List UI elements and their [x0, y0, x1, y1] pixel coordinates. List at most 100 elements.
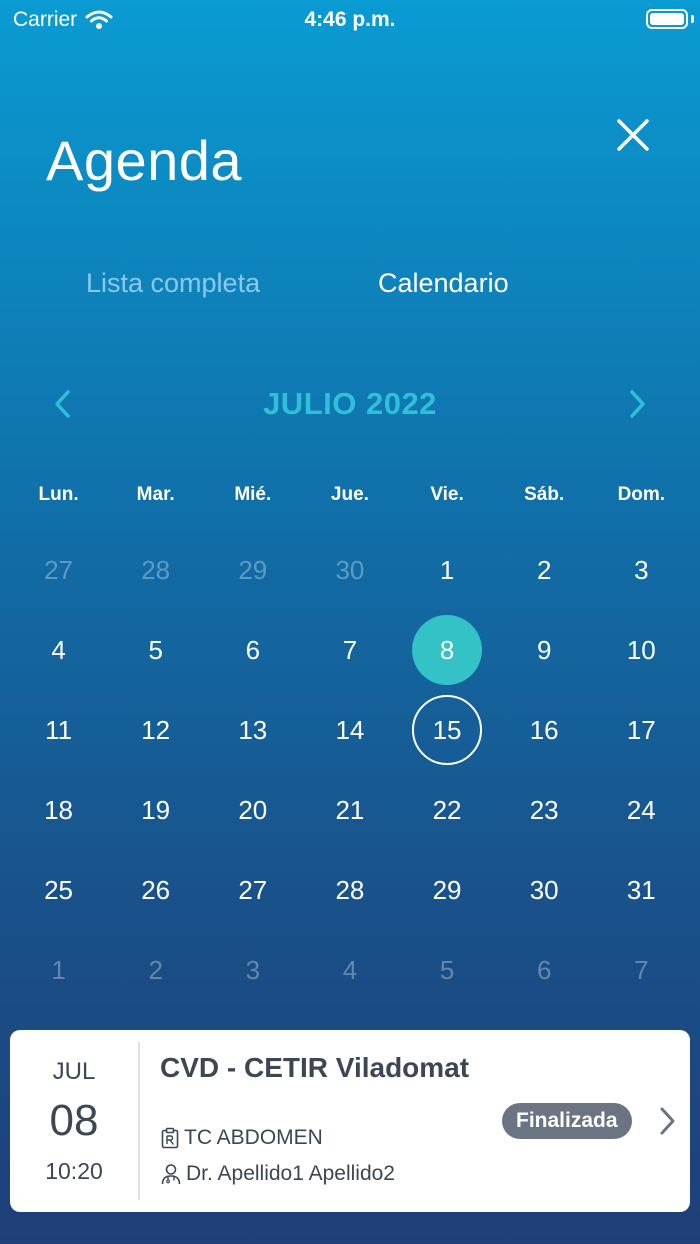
- calendar-day[interactable]: 25: [10, 850, 107, 930]
- weekday-label: Sáb.: [524, 484, 565, 505]
- study-label: TC ABDOMEN: [184, 1126, 323, 1149]
- calendar-day-number: 7: [342, 634, 358, 665]
- calendar-day-number: 18: [44, 794, 74, 825]
- calendar-week: 27 28 29 30 1 2 3: [10, 530, 690, 610]
- calendar-day[interactable]: 29: [204, 530, 301, 610]
- calendar-day[interactable]: 17: [593, 690, 690, 770]
- calendar-day-selected[interactable]: 8: [399, 610, 496, 690]
- weekday-label: Mar.: [136, 484, 175, 505]
- calendar-day[interactable]: 21: [301, 770, 398, 850]
- calendar-day-number: 20: [238, 794, 268, 825]
- calendar-week: 4 5 6 7 8 9 10: [10, 610, 690, 690]
- calendar-day-number: 3: [245, 954, 261, 985]
- chevron-right-icon: [630, 390, 645, 418]
- calendar-day-number: 24: [626, 794, 656, 825]
- calendar-day[interactable]: 9: [496, 610, 593, 690]
- calendar-day[interactable]: 12: [107, 690, 204, 770]
- calendar-day[interactable]: 2: [107, 930, 204, 1010]
- calendar-day[interactable]: 24: [593, 770, 690, 850]
- calendar-day[interactable]: 27: [204, 850, 301, 930]
- calendar-day[interactable]: 30: [301, 530, 398, 610]
- calendar-day[interactable]: 7: [593, 930, 690, 1010]
- calendar-day-number: 16: [529, 714, 559, 745]
- calendar-day-number: 31: [626, 874, 656, 905]
- calendar-day[interactable]: 2: [496, 530, 593, 610]
- calendar-day[interactable]: 29: [399, 850, 496, 930]
- calendar-day-number: 7: [634, 954, 649, 985]
- next-month-button[interactable]: [620, 384, 654, 424]
- calendar-day-number: 2: [536, 554, 552, 585]
- calendar-day[interactable]: 6: [496, 930, 593, 1010]
- appointment-month: JUL: [52, 1058, 96, 1085]
- calendar-day-number: 8: [412, 615, 483, 685]
- calendar-day-number: 1: [439, 554, 455, 585]
- calendar-day[interactable]: 23: [496, 770, 593, 850]
- calendar-day[interactable]: 16: [496, 690, 593, 770]
- calendar-day[interactable]: 1: [399, 530, 496, 610]
- calendar-day[interactable]: 7: [301, 610, 398, 690]
- calendar-day-number: 30: [335, 554, 365, 585]
- calendar-day-number: 22: [432, 794, 462, 825]
- calendar-day[interactable]: 27: [10, 530, 107, 610]
- calendar-day[interactable]: 14: [301, 690, 398, 770]
- calendar-day[interactable]: 31: [593, 850, 690, 930]
- calendar-day[interactable]: 20: [204, 770, 301, 850]
- weekday-header: Lun. Mar. Mié. Jue. Vie. Sáb. Dom.: [10, 484, 690, 506]
- calendar-day-number: 27: [238, 874, 268, 905]
- calendar-day[interactable]: 3: [593, 530, 690, 610]
- calendar-day[interactable]: 28: [301, 850, 398, 930]
- calendar-day-number: 12: [141, 714, 171, 745]
- calendar-week: 1 2 3 4 5 6 7: [10, 930, 690, 1010]
- appointment-card[interactable]: JUL 08 10:20 CVD - CETIR Viladomat TC AB…: [10, 1030, 690, 1212]
- calendar-week: 25 26 27 28 29 30 31: [10, 850, 690, 930]
- appointment-date: JUL 08 10:20: [10, 1030, 138, 1212]
- calendar-day[interactable]: 30: [496, 850, 593, 930]
- status-bar: Carrier 4:46 p.m.: [0, 0, 700, 40]
- calendar-day[interactable]: 4: [10, 610, 107, 690]
- calendar-day-number: 6: [536, 954, 552, 985]
- battery-tip: [691, 15, 694, 23]
- calendar-week: 11 12 13 14 15 16 17: [10, 690, 690, 770]
- calendar-day-number: 14: [335, 714, 365, 745]
- calendar-day[interactable]: 5: [399, 930, 496, 1010]
- weekday-label: Vie.: [430, 484, 464, 505]
- close-icon: [617, 119, 649, 151]
- calendar-day[interactable]: 26: [107, 850, 204, 930]
- calendar-day[interactable]: 5: [107, 610, 204, 690]
- calendar-day[interactable]: 11: [10, 690, 107, 770]
- calendar-day-number: 5: [439, 954, 455, 985]
- calendar-day[interactable]: 22: [399, 770, 496, 850]
- calendar-day[interactable]: 18: [10, 770, 107, 850]
- calendar-day-number: 4: [51, 634, 66, 665]
- calendar-day[interactable]: 19: [107, 770, 204, 850]
- calendar-day-number: 28: [335, 874, 365, 905]
- calendar-day[interactable]: 3: [204, 930, 301, 1010]
- calendar-grid: 27 28 29 30 1 2 3 4 5 6 7 8 9 10 11 12 13 14 15 16 17 18 19 20 2…: [10, 530, 690, 1010]
- calendar-day[interactable]: 13: [204, 690, 301, 770]
- calendar-week: 18 19 20 21 22 23 24: [10, 770, 690, 850]
- calendar-day-number: 26: [141, 874, 171, 905]
- calendar-day[interactable]: 10: [593, 610, 690, 690]
- calendar-day[interactable]: 28: [107, 530, 204, 610]
- calendar-day-number: 28: [141, 554, 171, 585]
- calendar-day[interactable]: 1: [10, 930, 107, 1010]
- calendar-day-number: 21: [335, 794, 365, 825]
- tab-lista-completa[interactable]: Lista completa: [86, 268, 260, 299]
- tab-calendario[interactable]: Calendario: [378, 268, 509, 299]
- calendar-day[interactable]: 4: [301, 930, 398, 1010]
- calendar-day-number: 1: [51, 954, 66, 985]
- calendar-day[interactable]: 6: [204, 610, 301, 690]
- calendar-day-event[interactable]: 15: [399, 690, 496, 770]
- calendar-day-number: 11: [45, 714, 73, 745]
- close-button[interactable]: [610, 112, 656, 158]
- appointment-doctor: Dr. Apellido1 Apellido2: [160, 1162, 395, 1186]
- month-navigation: JULIO 2022: [0, 380, 700, 430]
- appointment-day: 08: [49, 1096, 99, 1145]
- doctor-label: Dr. Apellido1 Apellido2: [186, 1162, 395, 1185]
- calendar-day-number: 23: [529, 794, 559, 825]
- status-badge: Finalizada: [502, 1103, 632, 1139]
- calendar-day-number: 29: [432, 874, 462, 905]
- battery-icon: [646, 9, 688, 29]
- calendar-day-number: 10: [626, 634, 656, 665]
- calendar-day-number: 19: [141, 794, 171, 825]
